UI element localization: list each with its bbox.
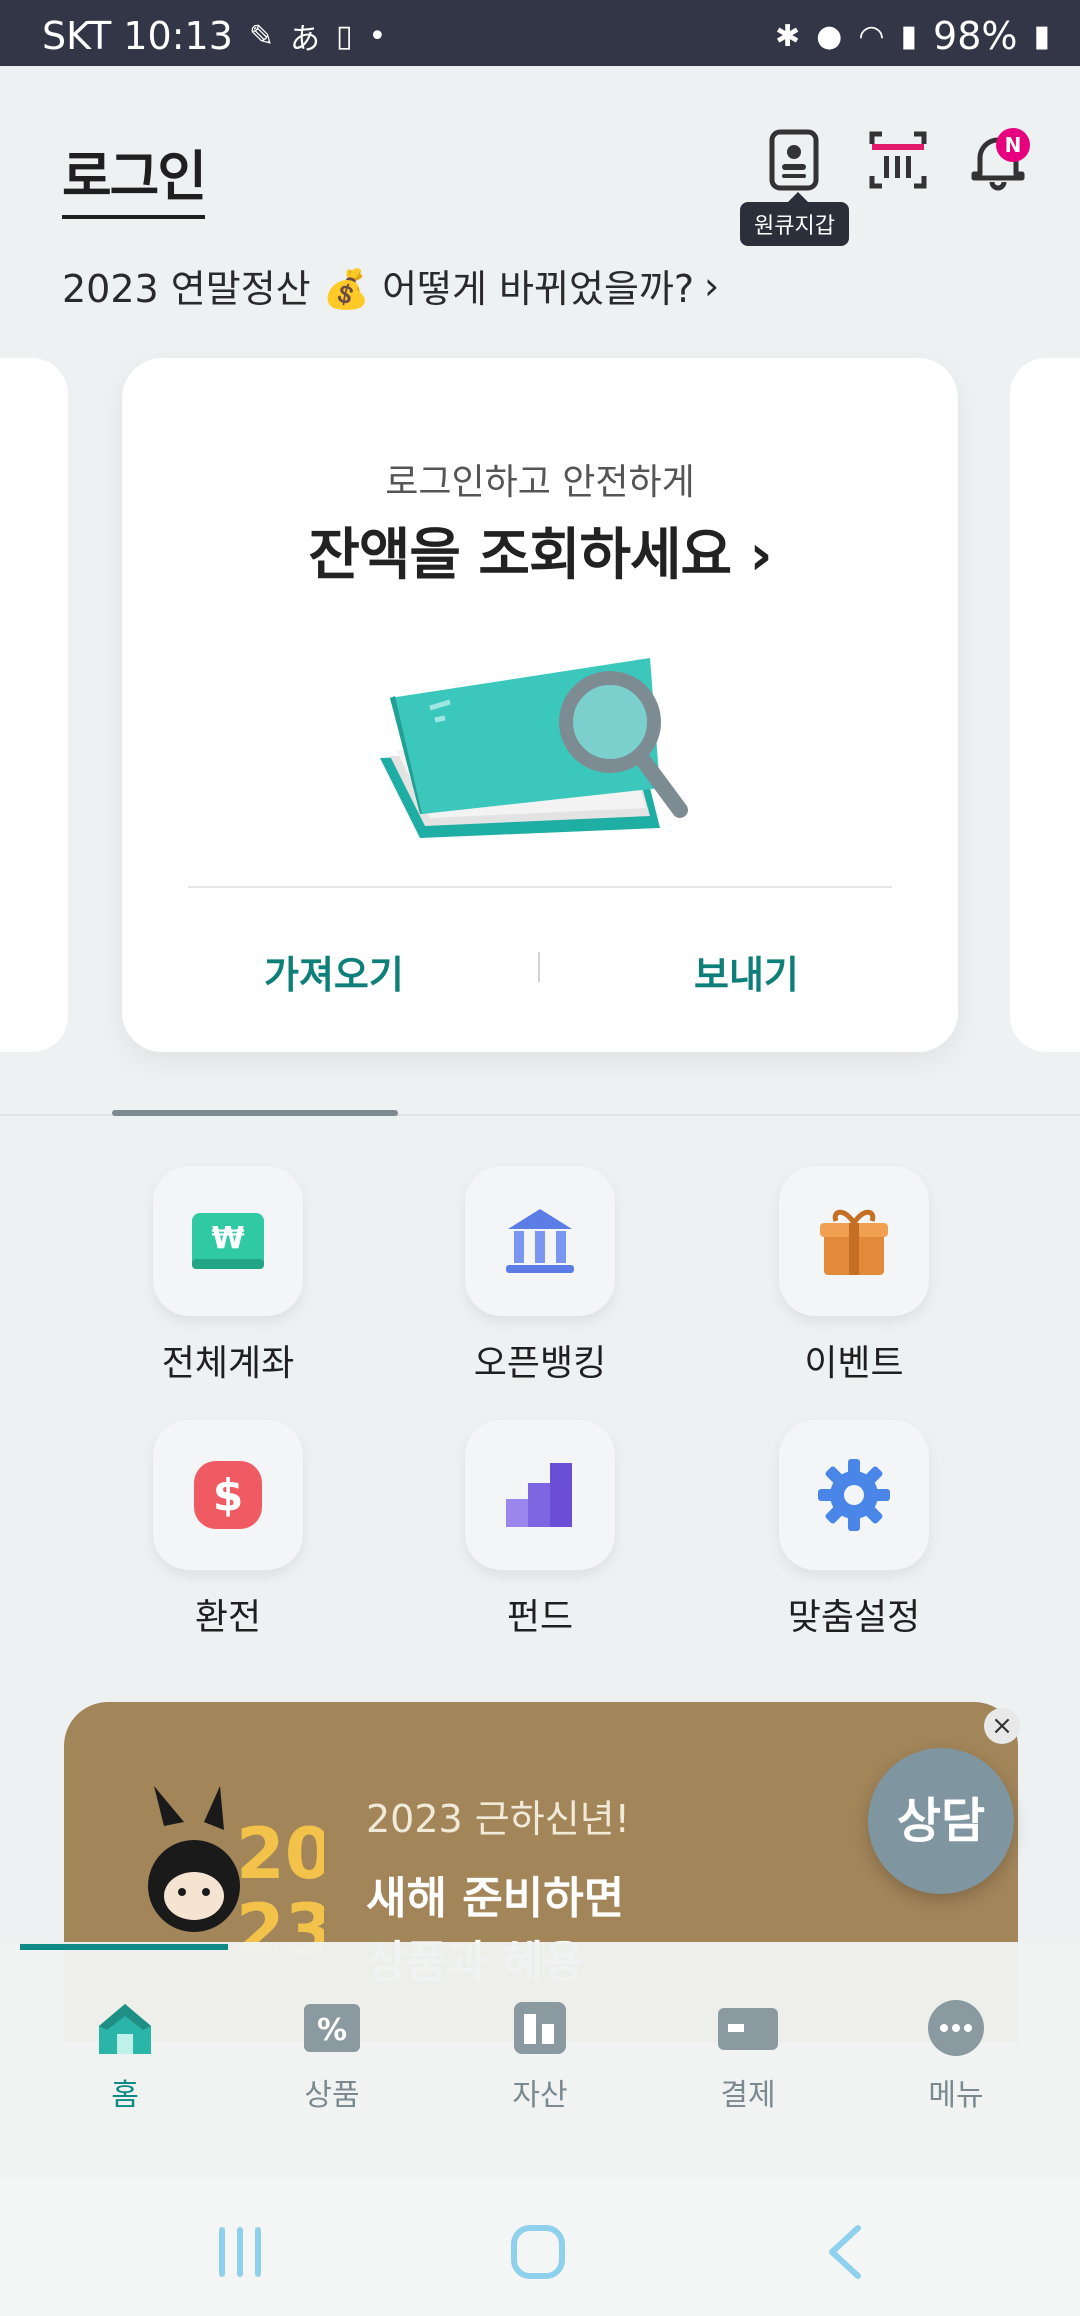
banner-title: 새해 준비하면 <box>366 1873 625 1924</box>
quick-menu-label: 이벤트 <box>804 1343 904 1384</box>
back-icon[interactable] <box>816 2222 876 2282</box>
wallet-tooltip: 원큐지갑 <box>740 192 849 246</box>
home-button-icon[interactable] <box>508 2222 568 2282</box>
import-button[interactable]: 가져오기 <box>264 944 404 999</box>
balance-card-subtitle: 로그인하고 안전하게 <box>385 462 695 503</box>
balance-card: 로그인하고 안전하게 잔액을 조회하세요 › 가져오기 보내기 <box>122 358 958 1052</box>
tab-products[interactable]: % 상품 <box>262 1996 402 2114</box>
carousel-indicator <box>112 1110 398 1116</box>
tab-label: 결제 <box>720 2078 776 2113</box>
tab-assets[interactable]: 자산 <box>470 1996 610 2114</box>
phone-icon: ▯ <box>336 18 353 54</box>
battery-icon: ▮ <box>1033 18 1050 54</box>
location-icon: ● <box>816 18 843 54</box>
quick-menu-label: 환전 <box>194 1597 262 1638</box>
tab-label: 상품 <box>304 2078 360 2113</box>
notification-badge: N <box>996 128 1030 162</box>
wallet-icon[interactable] <box>762 128 826 192</box>
dot-icon: • <box>368 18 387 54</box>
fund-chart-icon <box>506 1463 572 1527</box>
balance-card-title[interactable]: 잔액을 조회하세요 › <box>122 510 958 591</box>
tab-label: 홈 <box>111 2078 139 2113</box>
quick-menu-custom-settings[interactable]: 맞춤설정 <box>744 1420 964 1640</box>
carrier-time: SKT 10:13 <box>42 14 233 58</box>
login-link[interactable]: 로그인 <box>62 132 207 219</box>
banner-small-text: 2023 근하신년! <box>366 1797 630 1841</box>
quick-menu-open-banking[interactable]: 오픈뱅킹 <box>430 1166 650 1386</box>
asset-icon <box>514 2002 566 2054</box>
barcode-scan-icon[interactable] <box>866 128 930 192</box>
tab-home[interactable]: 홈 <box>55 1996 195 2114</box>
quick-menu-fund[interactable]: 펀드 <box>430 1420 650 1640</box>
battery-level: 98% <box>933 14 1018 58</box>
menu-icon <box>928 2000 984 2056</box>
send-button[interactable]: 보내기 <box>694 944 799 999</box>
tab-label: 메뉴 <box>928 2078 984 2113</box>
quick-menu-label: 맞춤설정 <box>787 1597 921 1638</box>
tab-menu[interactable]: 메뉴 <box>886 1996 1026 2114</box>
product-icon: % <box>304 2004 360 2052</box>
signal-icon: ▮ <box>900 18 918 54</box>
won-card-icon: ₩ <box>192 1213 264 1269</box>
prev-card[interactable] <box>0 358 68 1052</box>
action-separator <box>538 952 540 982</box>
dollar-icon: $ <box>194 1461 262 1529</box>
svg-text:₩: ₩ <box>211 1221 244 1256</box>
quick-menu-all-accounts[interactable]: ₩ 전체계좌 <box>118 1166 338 1386</box>
tab-payment[interactable]: 결제 <box>678 1996 818 2114</box>
quick-menu-event[interactable]: 이벤트 <box>744 1166 964 1386</box>
recent-apps-icon[interactable] <box>210 2222 270 2282</box>
consult-button[interactable]: 상담 <box>868 1748 1014 1894</box>
gear-icon <box>818 1459 890 1531</box>
pill-icon: ✎ <box>248 18 275 54</box>
svg-text:$: $ <box>213 1470 244 1521</box>
gift-icon <box>820 1209 888 1275</box>
card-divider <box>188 886 892 888</box>
bottom-nav-indicator <box>20 1944 228 1950</box>
bluetooth-icon: ✱ <box>774 18 801 54</box>
ime-icon: あ <box>290 22 321 57</box>
status-bar: SKT 10:13 ✎ あ ▯ • ✱ ● ◠ ▮ 98% ▮ <box>0 0 1080 66</box>
quick-menu-exchange[interactable]: $ 환전 <box>118 1420 338 1640</box>
quick-menu-label: 펀드 <box>506 1597 574 1638</box>
notice-link[interactable]: 2023 연말정산 💰 어떻게 바뀌었을까? › <box>62 258 719 313</box>
svg-text:%: % <box>317 2013 347 2048</box>
quick-menu-label: 오픈뱅킹 <box>473 1343 607 1384</box>
tab-label: 자산 <box>512 2078 568 2113</box>
bankbook-illustration <box>380 658 688 838</box>
close-icon[interactable]: × <box>984 1708 1020 1744</box>
next-card[interactable] <box>1010 358 1080 1052</box>
wifi-icon: ◠ <box>858 18 885 54</box>
notice-text: 2023 연말정산 💰 어떻게 바뀌었을까? <box>62 267 695 311</box>
svg-text:20: 20 <box>236 1813 324 1895</box>
chevron-right-icon: › <box>704 263 720 308</box>
quick-menu-label: 전체계좌 <box>161 1343 295 1384</box>
bank-icon <box>506 1209 574 1273</box>
home-icon <box>99 2004 151 2054</box>
payment-icon <box>718 2008 778 2050</box>
